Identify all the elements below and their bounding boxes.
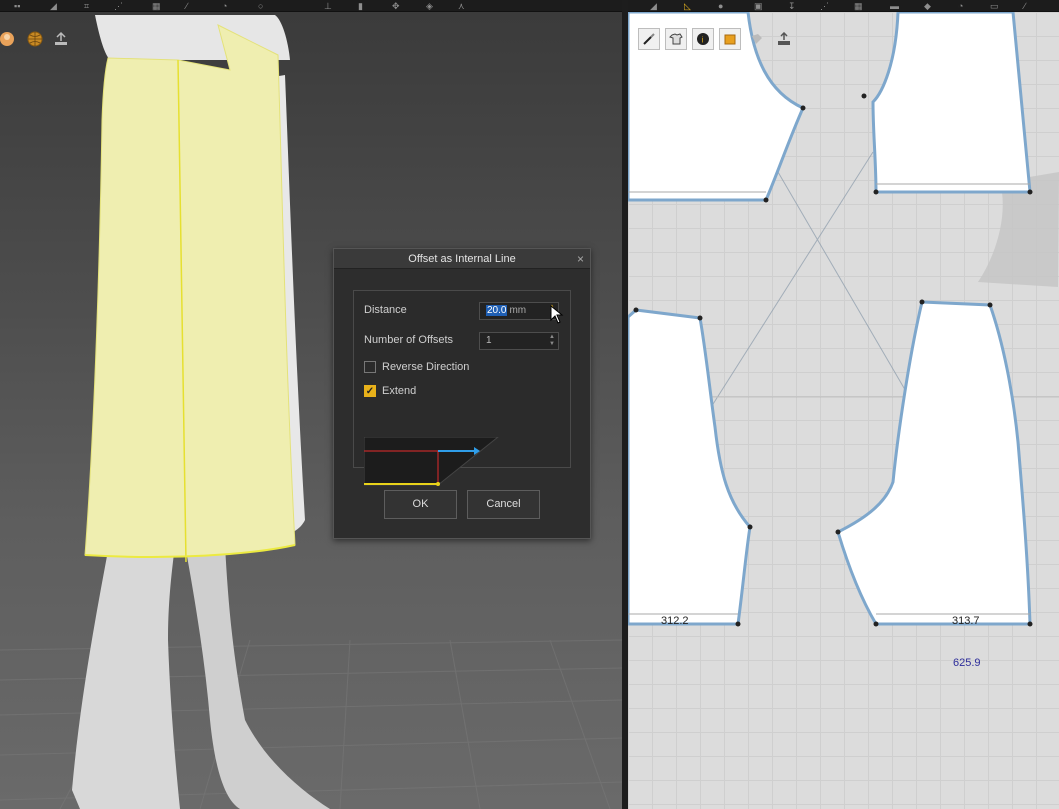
offset-dialog: Offset as Internal Line × Distance 20.0 m… xyxy=(333,248,591,539)
distance-unit: mm xyxy=(509,305,527,316)
edit-icon[interactable]: ◺ xyxy=(684,1,691,11)
extend-label: Extend xyxy=(382,385,417,397)
rotate-icon[interactable]: ◔ xyxy=(958,1,963,11)
offsets-label: Number of Offsets xyxy=(364,334,454,346)
up-arrow-icon[interactable]: ▲ xyxy=(548,334,556,341)
figure-icon[interactable]: ⋏ xyxy=(458,1,465,11)
export-icon[interactable] xyxy=(773,28,795,50)
circle-icon[interactable]: ○ xyxy=(258,1,263,11)
measure-right: 313.7 xyxy=(952,615,980,627)
fill-icon[interactable]: ▬ xyxy=(890,1,899,11)
offsets-field[interactable]: 1 ▲ ▼ xyxy=(479,332,559,350)
brush-icon[interactable] xyxy=(638,28,660,50)
grid-icon[interactable]: ▪▪ xyxy=(14,1,20,11)
shirt-icon[interactable] xyxy=(665,28,687,50)
mesh-icon[interactable]: ▦ xyxy=(152,1,161,11)
dialog-titlebar[interactable]: Offset as Internal Line × xyxy=(334,249,590,269)
line-icon[interactable]: ⊥ xyxy=(324,1,332,11)
pattern-canvas xyxy=(628,12,1059,627)
offsets-stepper[interactable]: ▲ ▼ xyxy=(548,334,556,348)
reverse-direction-row[interactable]: Reverse Direction xyxy=(364,361,469,373)
reverse-direction-checkbox[interactable] xyxy=(364,361,376,373)
viewport-toolbar: ▪▪ ◢ ⌗ ⋰ ▦ ∕ ◔ ○ ⊥ ▮ ✥ ◈ ⋏ xyxy=(0,0,622,12)
globe-icon[interactable] xyxy=(26,30,44,48)
pattern-piece-bottom-right xyxy=(836,300,1032,626)
distance-value: 20.0 xyxy=(486,305,508,316)
extend-checkbox[interactable]: ✓ xyxy=(364,385,376,397)
select-icon[interactable]: ◢ xyxy=(50,1,57,11)
move-icon[interactable]: ✥ xyxy=(392,1,400,11)
offsets-value: 1 xyxy=(486,335,492,346)
pin-icon[interactable]: ⌗ xyxy=(84,1,89,11)
measure-left: 312.2 xyxy=(661,615,689,627)
export-icon[interactable] xyxy=(52,30,70,48)
avatar-icon[interactable] xyxy=(0,30,14,48)
mouse-cursor-icon xyxy=(550,305,564,324)
box-icon[interactable]: ▮ xyxy=(358,1,363,11)
pattern-piece-top-right xyxy=(871,12,1032,194)
options-group: Distance 20.0mm ▲▼ Number of Offsets 1 ▲… xyxy=(353,290,571,486)
pen-icon[interactable]: ∕ xyxy=(1024,1,1026,11)
measure-total: 625.9 xyxy=(953,657,981,669)
dots-icon[interactable]: ⋰ xyxy=(820,1,829,11)
2d-pattern-window[interactable]: i 312.2 313.7 625.9 xyxy=(628,12,1059,809)
square-icon[interactable]: ▣ xyxy=(754,1,763,11)
brush-icon[interactable]: ∕ xyxy=(186,1,188,11)
close-icon[interactable]: × xyxy=(577,249,584,269)
ok-button[interactable]: OK xyxy=(384,490,457,519)
arrow-icon[interactable]: ◢ xyxy=(650,1,657,11)
info-icon[interactable]: i xyxy=(692,28,714,50)
distance-label: Distance xyxy=(364,304,407,316)
reverse-direction-label: Reverse Direction xyxy=(382,361,470,373)
rotate-icon[interactable]: ◔ xyxy=(222,1,227,11)
down-arrow-icon[interactable]: ▼ xyxy=(548,341,556,348)
skirt-front xyxy=(84,24,296,558)
tape-icon[interactable]: ◈ xyxy=(426,1,433,11)
point-icon[interactable]: ● xyxy=(718,1,723,11)
segment-icon[interactable]: ↧ xyxy=(788,1,796,11)
mesh-icon[interactable]: ▦ xyxy=(854,1,863,11)
fabric-icon[interactable] xyxy=(719,28,741,50)
fold-icon[interactable]: ◆ xyxy=(924,1,931,11)
offset-preview-diagram xyxy=(364,437,499,486)
ruler-icon[interactable]: ▭ xyxy=(990,1,999,11)
pattern-toolbar: i xyxy=(638,28,795,50)
extend-row[interactable]: ✓ Extend xyxy=(364,385,416,397)
dots-icon[interactable]: ⋰ xyxy=(114,1,123,11)
fold-icon[interactable] xyxy=(746,28,768,50)
app-window: ▪▪ ◢ ⌗ ⋰ ▦ ∕ ◔ ○ ⊥ ▮ ✥ ◈ ⋏ ◢ ◺ ● ▣ ↧ ⋰ ▦… xyxy=(0,0,1059,809)
cancel-button[interactable]: Cancel xyxy=(467,490,540,519)
dialog-title: Offset as Internal Line xyxy=(408,253,516,265)
svg-text:i: i xyxy=(702,36,704,45)
pattern-piece-bottom-left xyxy=(628,308,752,626)
pattern-toolbar-top: ◢ ◺ ● ▣ ↧ ⋰ ▦ ▬ ◆ ◔ ▭ ∕ xyxy=(628,0,1059,12)
distance-field[interactable]: 20.0mm ▲▼ xyxy=(479,302,559,320)
